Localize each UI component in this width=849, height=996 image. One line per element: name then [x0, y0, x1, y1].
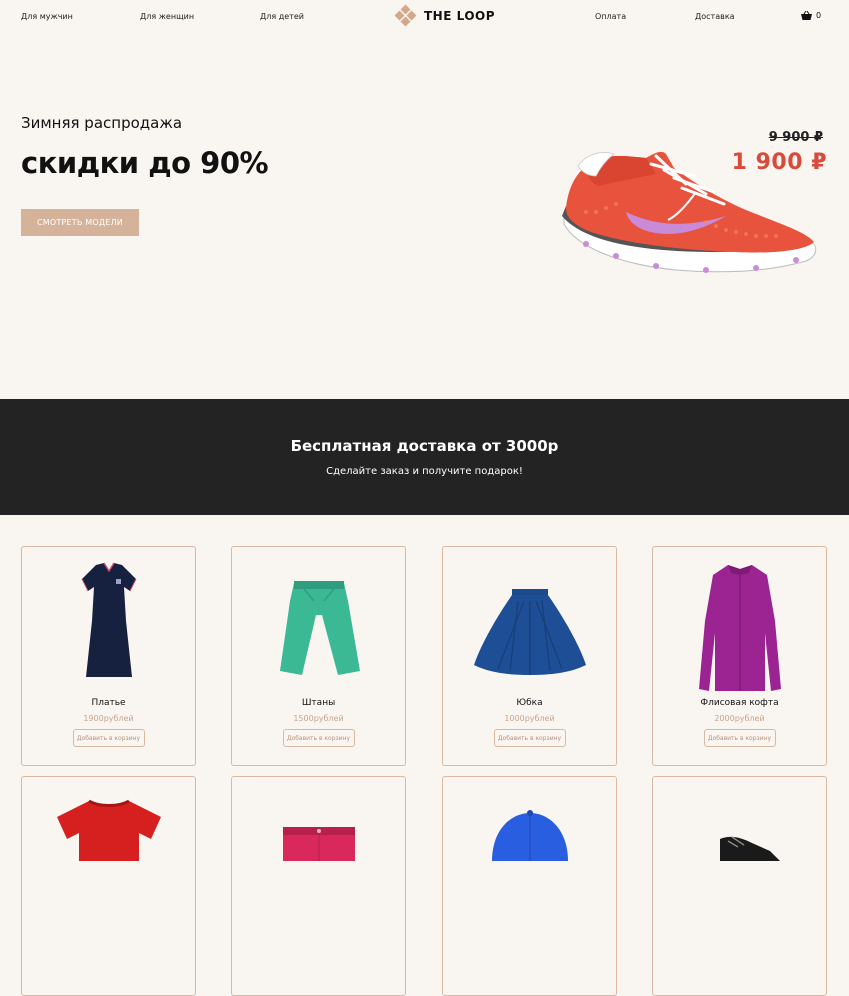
add-to-cart-button[interactable]: Добавить в корзину — [282, 729, 355, 747]
product-price: 1000рублей — [504, 714, 555, 723]
free-delivery-banner: Бесплатная доставка от 3000р Сделайте за… — [0, 399, 849, 515]
hero-subtitle: Зимняя распродажа — [21, 114, 183, 132]
nav-link-delivery[interactable]: Доставка — [695, 12, 735, 21]
basket-icon — [801, 11, 812, 20]
product-price: 1500рублей — [293, 714, 344, 723]
product-name: Юбка — [516, 698, 543, 708]
product-card[interactable] — [442, 776, 617, 996]
product-name: Штаны — [301, 698, 336, 708]
promo-text: Сделайте заказ и получите подарок! — [326, 466, 523, 477]
add-to-cart-button[interactable]: Добавить в корзину — [703, 729, 776, 747]
logo[interactable]: THE LOOP — [394, 4, 496, 27]
product-name: Флисовая кофта — [700, 698, 779, 708]
sneaker-image — [562, 151, 817, 273]
product-card[interactable]: Платье 1900рублей Добавить в корзину — [21, 546, 196, 766]
top-nav: Для мужчин Для женщин Для детей THE LOOP… — [0, 0, 849, 34]
product-card[interactable] — [21, 776, 196, 996]
black-shoe-image — [653, 791, 826, 931]
cart-button[interactable]: 0 — [801, 11, 821, 20]
nav-link-women[interactable]: Для женщин — [140, 12, 194, 21]
dress-image — [22, 561, 195, 701]
nav-link-kids[interactable]: Для детей — [260, 12, 304, 21]
old-price: 9 900 ₽ — [768, 130, 823, 145]
promo-title: Бесплатная доставка от 3000р — [290, 437, 559, 455]
fleece-jacket-image — [653, 561, 826, 701]
view-models-button[interactable]: СМОТРЕТЬ МОДЕЛИ — [21, 209, 139, 236]
hero-headline: скидки до 90% — [21, 146, 269, 180]
hero-banner: Зимняя распродажа скидки до 90% СМОТРЕТЬ… — [0, 34, 849, 399]
logo-icon — [394, 4, 417, 27]
product-card[interactable]: Флисовая кофта 2000рублей Добавить в кор… — [652, 546, 827, 766]
t-shirt-image — [22, 791, 195, 931]
nav-link-men[interactable]: Для мужчин — [21, 12, 73, 21]
add-to-cart-button[interactable]: Добавить в корзину — [72, 729, 145, 747]
skirt-image — [443, 561, 616, 701]
logo-text: THE LOOP — [424, 9, 496, 23]
cap-image — [443, 791, 616, 931]
product-card[interactable] — [231, 776, 406, 996]
add-to-cart-button[interactable]: Добавить в корзину — [493, 729, 566, 747]
shorts-image — [232, 791, 405, 931]
product-name: Платье — [91, 698, 126, 708]
pants-image — [232, 561, 405, 701]
product-price: 1900рублей — [83, 714, 134, 723]
product-card[interactable] — [652, 776, 827, 996]
cart-count: 0 — [816, 11, 822, 20]
product-price: 2000рублей — [714, 714, 765, 723]
product-card[interactable]: Юбка 1000рублей Добавить в корзину — [442, 546, 617, 766]
product-card[interactable]: Штаны 1500рублей Добавить в корзину — [231, 546, 406, 766]
nav-link-payment[interactable]: Оплата — [595, 12, 626, 21]
